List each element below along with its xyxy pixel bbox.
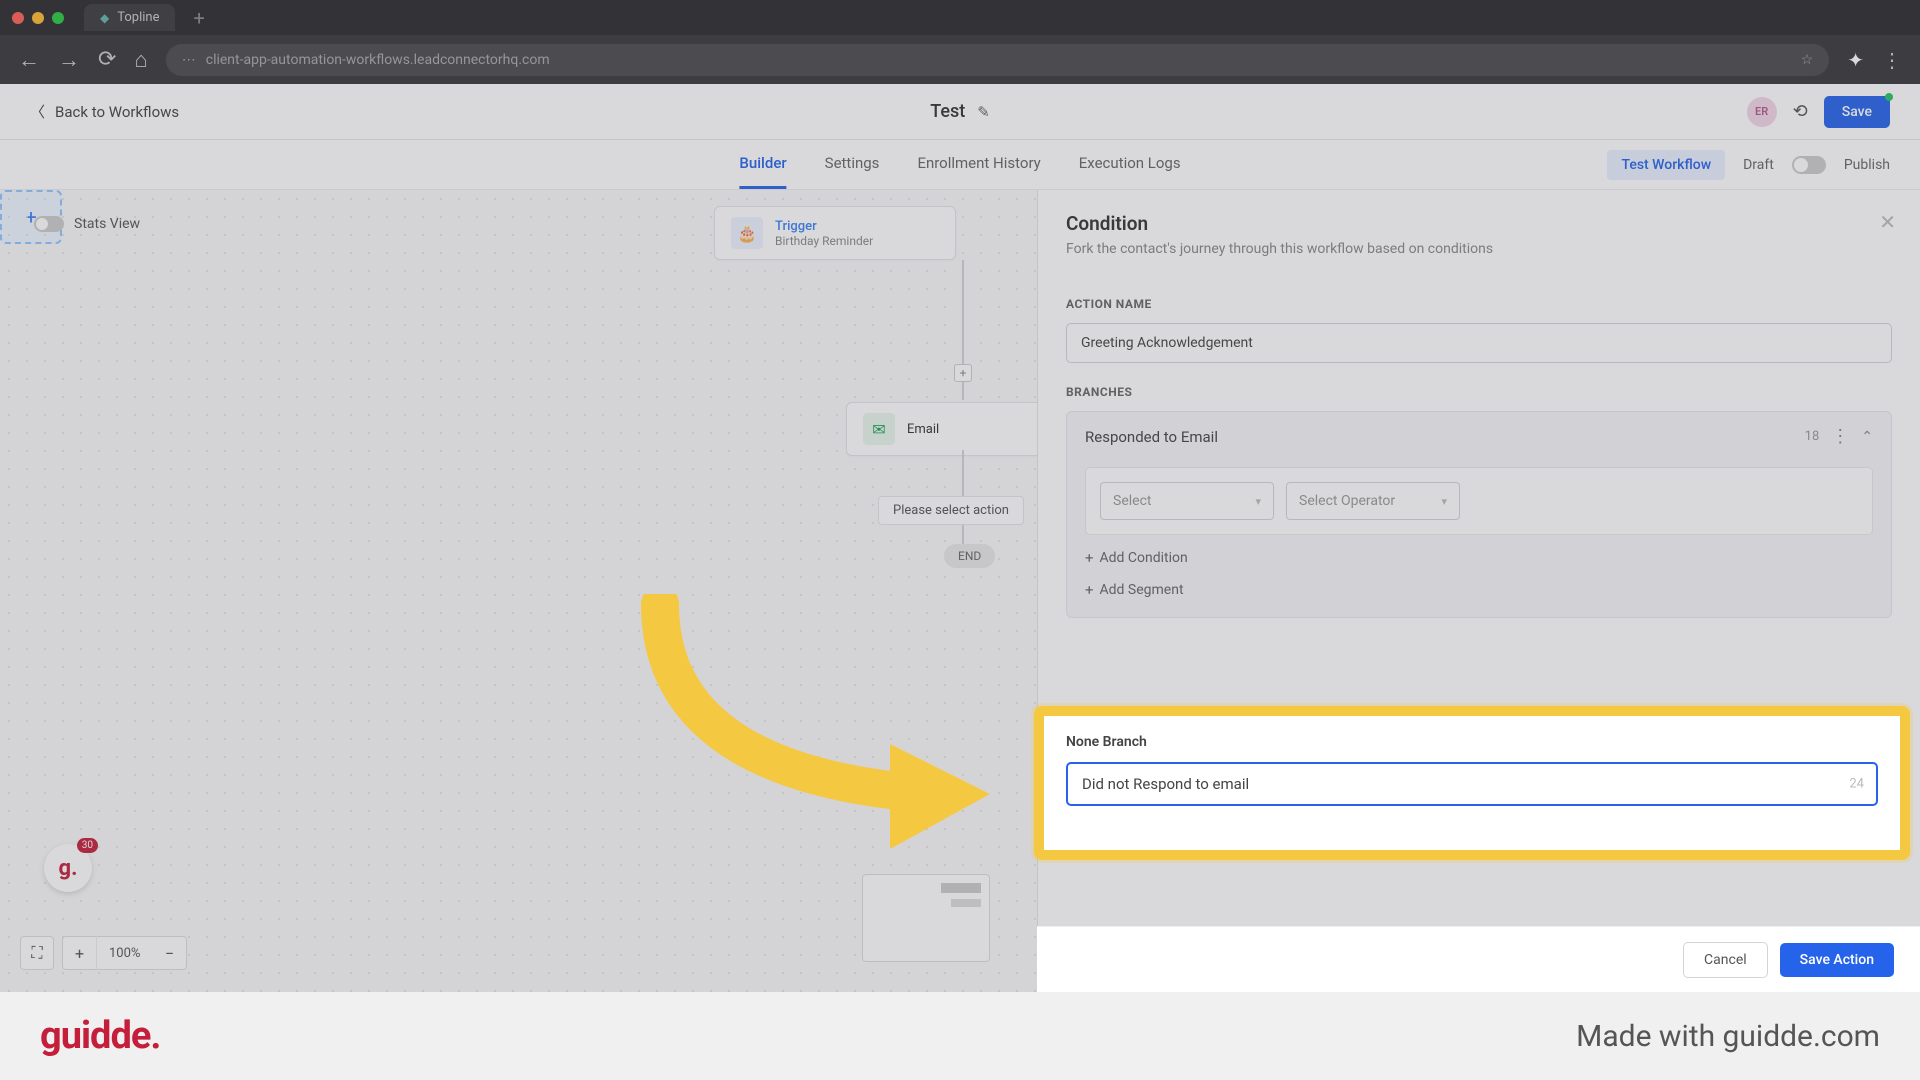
workflow-title: Test <box>930 101 965 122</box>
cancel-button[interactable]: Cancel <box>1683 942 1768 978</box>
workflow-title-wrap: Test ✎ <box>930 101 990 122</box>
add-segment-link[interactable]: + Add Segment <box>1085 581 1873 599</box>
condition-panel: Condition Fork the contact's journey thr… <box>1037 190 1920 992</box>
field-select[interactable]: Select ▾ <box>1100 482 1274 520</box>
browser-tab-bar: ◆ Topline + <box>0 0 1920 35</box>
minimap[interactable] <box>862 874 990 962</box>
avatar[interactable]: ER <box>1747 97 1777 127</box>
bookmark-star-icon[interactable]: ☆ <box>1801 52 1814 68</box>
operator-select[interactable]: Select Operator ▾ <box>1286 482 1460 520</box>
none-branch-label: None Branch <box>1066 734 1878 750</box>
zoom-percent: 100% <box>97 946 152 961</box>
branches-label: BRANCHES <box>1066 385 1892 399</box>
panel-title: Condition <box>1066 212 1892 235</box>
stats-switch[interactable] <box>34 216 64 232</box>
made-with-label: Made with guidde.com <box>1576 1019 1880 1054</box>
tab-builder[interactable]: Builder <box>739 140 786 189</box>
extensions-icon[interactable]: ✦ <box>1847 48 1864 72</box>
trigger-node[interactable]: 🎂 Trigger Birthday Reminder <box>714 206 956 260</box>
panel-description: Fork the contact's journey through this … <box>1066 241 1892 257</box>
zoom-out-button[interactable]: − <box>152 936 186 970</box>
email-icon: ✉ <box>863 413 895 445</box>
select-action-prompt[interactable]: Please select action <box>878 496 1024 525</box>
tab-favicon-icon: ◆ <box>100 11 109 25</box>
plus-icon: + <box>1085 581 1094 599</box>
url-bar[interactable]: ⋯ client-app-automation-workflows.leadco… <box>166 44 1830 76</box>
action-name-input[interactable] <box>1066 323 1892 363</box>
plus-icon: + <box>1085 549 1094 567</box>
close-window-icon[interactable] <box>12 12 24 24</box>
none-branch-char-count: 24 <box>1849 777 1864 792</box>
collapse-branch-icon[interactable]: ⌃ <box>1861 429 1873 445</box>
site-lock-icon: ⋯ <box>182 52 196 68</box>
maximize-window-icon[interactable] <box>52 12 64 24</box>
guidde-footer: guidde. Made with guidde.com <box>0 992 1920 1080</box>
publish-toggle[interactable] <box>1792 156 1826 174</box>
minimize-window-icon[interactable] <box>32 12 44 24</box>
close-panel-icon[interactable]: ✕ <box>1879 210 1896 234</box>
chevron-down-icon: ▾ <box>1441 495 1447 508</box>
back-label: Back to Workflows <box>55 103 179 121</box>
edit-title-icon[interactable]: ✎ <box>977 103 990 121</box>
app-header: 〈 Back to Workflows Test ✎ ER ⟲ Save <box>0 84 1920 140</box>
browser-tab[interactable]: ◆ Topline <box>84 4 175 31</box>
branch-char-count: 18 <box>1805 429 1820 444</box>
save-button[interactable]: Save <box>1824 96 1890 128</box>
new-tab-button[interactable]: + <box>193 6 204 30</box>
trigger-icon: 🎂 <box>731 217 763 249</box>
trigger-title: Trigger <box>775 219 873 234</box>
email-label: Email <box>907 422 939 437</box>
fullscreen-icon[interactable]: ⛶ <box>20 936 54 970</box>
url-text: client-app-automation-workflows.leadconn… <box>206 52 550 68</box>
tab-execution-logs[interactable]: Execution Logs <box>1079 140 1181 189</box>
tab-enrollment-history[interactable]: Enrollment History <box>917 140 1040 189</box>
back-icon[interactable]: ← <box>18 47 40 73</box>
publish-label: Publish <box>1844 157 1890 173</box>
back-to-workflows-link[interactable]: 〈 Back to Workflows <box>30 101 179 122</box>
chevron-left-icon: 〈 <box>30 101 45 122</box>
end-node: END <box>944 544 995 568</box>
add-step-button[interactable]: + <box>954 364 972 382</box>
draft-label: Draft <box>1743 157 1774 173</box>
browser-menu-icon[interactable]: ⋮ <box>1882 48 1902 72</box>
reload-icon[interactable]: ⟳ <box>98 47 116 72</box>
tab-title: Topline <box>117 10 159 25</box>
none-branch-input[interactable] <box>1066 762 1878 806</box>
traffic-lights <box>12 12 64 24</box>
test-workflow-button[interactable]: Test Workflow <box>1607 150 1725 180</box>
none-branch-highlight: None Branch 24 <box>1034 706 1910 860</box>
guidde-logo: guidde. <box>40 1014 160 1058</box>
browser-toolbar: ← → ⟳ ⌂ ⋯ client-app-automation-workflow… <box>0 35 1920 84</box>
zoom-in-button[interactable]: + <box>63 936 97 970</box>
add-condition-link[interactable]: + Add Condition <box>1085 549 1873 567</box>
branch-card: Responded to Email 18 ⋮ ⌃ Select ▾ Selec… <box>1066 411 1892 618</box>
condition-row: Select ▾ Select Operator ▾ <box>1085 467 1873 535</box>
branch-name[interactable]: Responded to Email <box>1085 428 1793 446</box>
stats-view-toggle[interactable]: Stats View <box>34 216 140 232</box>
save-action-button[interactable]: Save Action <box>1780 943 1894 977</box>
trigger-subtitle: Birthday Reminder <box>775 234 873 248</box>
history-icon[interactable]: ⟲ <box>1793 101 1808 122</box>
panel-footer: Cancel Save Action <box>1037 926 1920 992</box>
branch-menu-icon[interactable]: ⋮ <box>1831 426 1849 447</box>
guidde-badge-icon[interactable]: g. <box>44 844 92 892</box>
tabs-bar: Builder Settings Enrollment History Exec… <box>0 140 1920 190</box>
stats-label: Stats View <box>74 216 140 232</box>
forward-icon[interactable]: → <box>58 47 80 73</box>
tab-settings[interactable]: Settings <box>825 140 880 189</box>
chevron-down-icon: ▾ <box>1255 495 1261 508</box>
home-icon[interactable]: ⌂ <box>134 47 147 73</box>
action-name-label: ACTION NAME <box>1066 297 1892 311</box>
